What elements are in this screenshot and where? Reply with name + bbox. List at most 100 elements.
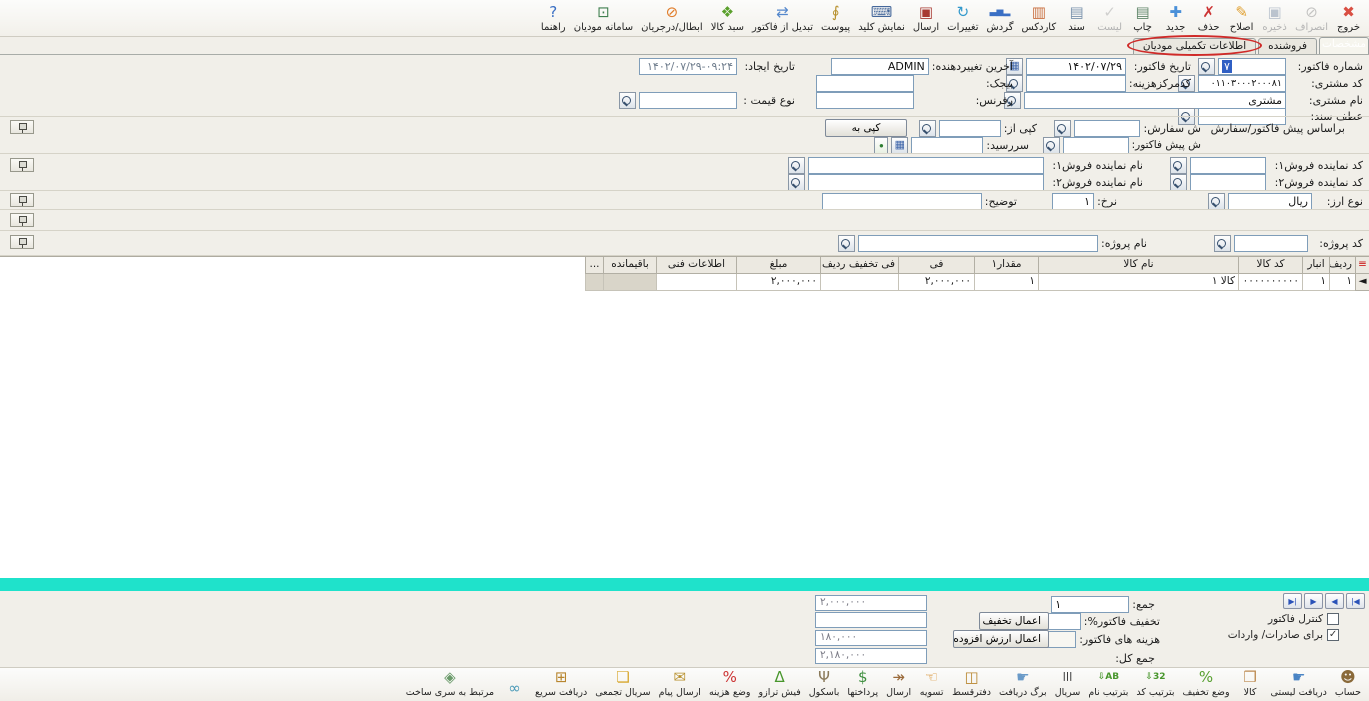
- apply-discount-button[interactable]: اعمال تخفیف: [979, 612, 1049, 630]
- search-icon[interactable]: [1198, 58, 1215, 75]
- quick-receipt-button[interactable]: ⊞دریافت سریع: [531, 667, 591, 699]
- column-header[interactable]: ...: [585, 257, 603, 274]
- table-cell[interactable]: ۰۰۰۰۰۰۰۰۰۰: [1238, 274, 1302, 291]
- cardex-button[interactable]: ▥کاردکس: [1017, 2, 1060, 35]
- pin-button[interactable]: [10, 158, 34, 172]
- table-cell[interactable]: [585, 274, 603, 291]
- copy-to-button[interactable]: کپی به: [825, 119, 907, 137]
- sort-indicator-icon[interactable]: ≡: [1355, 257, 1369, 274]
- dispatch-button[interactable]: ↠ارسال: [882, 667, 915, 699]
- moadian-system-button[interactable]: ⊡سامانه مودیان: [570, 2, 637, 35]
- receipt-sheet-button[interactable]: ☛برگ دریافت: [995, 667, 1051, 699]
- save-button[interactable]: ▣ذخیره: [1258, 2, 1291, 35]
- weighbridge-button[interactable]: Ψباسکول: [805, 667, 844, 699]
- pin-button[interactable]: [10, 213, 34, 227]
- invoice-date-input[interactable]: [1026, 58, 1126, 75]
- nav-last-button[interactable]: ▶|: [1283, 593, 1302, 609]
- send-truck-button[interactable]: ▣ارسال: [909, 2, 943, 35]
- pin-button[interactable]: [10, 235, 34, 249]
- search-icon[interactable]: [788, 174, 805, 191]
- rate-input[interactable]: [1052, 193, 1094, 210]
- print-button[interactable]: ▤چاپ: [1126, 2, 1159, 35]
- discount-status-button[interactable]: %وضع تخفیف: [1179, 667, 1234, 699]
- table-cell[interactable]: [603, 274, 656, 291]
- payments-button[interactable]: $پرداختها: [843, 667, 882, 699]
- search-icon[interactable]: [619, 92, 636, 109]
- column-header[interactable]: ردیف: [1329, 257, 1355, 274]
- sort-by-name-button[interactable]: AB⇩بترتیب نام: [1084, 667, 1132, 699]
- column-header[interactable]: فی تخفیف ردیف: [820, 257, 898, 274]
- column-header[interactable]: کد کالا: [1238, 257, 1302, 274]
- list-receipt-button[interactable]: ☛دریافت لیستی: [1267, 667, 1331, 699]
- invoice-control-checkbox[interactable]: کنترل فاکتور: [1268, 613, 1339, 625]
- table-cell[interactable]: [820, 274, 898, 291]
- tab-moadian-extra[interactable]: اطلاعات تکمیلی مودیان: [1133, 38, 1256, 54]
- table-cell[interactable]: [656, 274, 736, 291]
- table-cell[interactable]: کالا ۱: [1038, 274, 1238, 291]
- agent1-code-input[interactable]: [1190, 157, 1266, 174]
- changes-button[interactable]: ↻تغییرات: [943, 2, 982, 35]
- calendar-icon[interactable]: ▦: [891, 137, 908, 154]
- cancel-button[interactable]: ⊘انصراف: [1291, 2, 1332, 35]
- clear-date-icon[interactable]: ●: [874, 137, 888, 154]
- show-keyboard-button[interactable]: ⌨نمایش کلید: [854, 2, 909, 35]
- search-icon[interactable]: [1170, 174, 1187, 191]
- search-icon[interactable]: [1054, 120, 1071, 137]
- settlement-button[interactable]: ☜تسویه: [915, 667, 948, 699]
- installment-book-button[interactable]: ◫دفترقسط: [948, 667, 995, 699]
- copy-from-input[interactable]: [939, 120, 1001, 137]
- table-cell[interactable]: ۲,۰۰۰,۰۰۰: [898, 274, 974, 291]
- list-button[interactable]: ✓لیست: [1093, 2, 1126, 35]
- bijak-input[interactable]: [816, 75, 914, 92]
- export-import-checkbox[interactable]: ✓ برای صادرات/ واردات: [1228, 629, 1339, 641]
- nav-next-button[interactable]: ▶: [1304, 593, 1323, 609]
- link-button[interactable]: ∞: [498, 678, 531, 699]
- column-header[interactable]: انبار: [1302, 257, 1329, 274]
- delete-button[interactable]: ✗حذف: [1192, 2, 1225, 35]
- nav-first-button[interactable]: |◀: [1346, 593, 1365, 609]
- help-button[interactable]: ?راهنما: [537, 2, 570, 35]
- apply-vat-button[interactable]: اعمال ارزش افزوده: [953, 630, 1049, 648]
- reference-input[interactable]: [816, 92, 914, 109]
- column-header[interactable]: باقیمانده: [603, 257, 656, 274]
- tab-specs[interactable]: مشخصات: [1319, 37, 1369, 54]
- edit-button[interactable]: ✎اصلاح: [1225, 2, 1258, 35]
- exit-button[interactable]: ✖خروج: [1332, 2, 1365, 35]
- document-button[interactable]: ▤سند: [1060, 2, 1093, 35]
- search-icon[interactable]: [788, 157, 805, 174]
- proforma-no-input[interactable]: [1063, 137, 1129, 154]
- cumulative-serial-button[interactable]: ❏سریال تجمعی: [591, 667, 654, 699]
- goods-basket-button[interactable]: ❖سبد کالا: [707, 2, 748, 35]
- agent2-code-input[interactable]: [1190, 174, 1266, 191]
- agent2-name-input[interactable]: [808, 174, 1044, 191]
- agent1-name-input[interactable]: [808, 157, 1044, 174]
- table-cell[interactable]: ۲,۰۰۰,۰۰۰: [736, 274, 820, 291]
- due-date-input[interactable]: [911, 137, 983, 154]
- tab-seller[interactable]: فروشنده: [1258, 38, 1317, 54]
- batch-series-link-button[interactable]: ◈مرتبط به سری ساخت: [402, 667, 498, 699]
- column-header[interactable]: مبلغ: [736, 257, 820, 274]
- pin-button[interactable]: [10, 193, 34, 207]
- search-icon[interactable]: [1208, 193, 1225, 210]
- send-message-button[interactable]: ✉ارسال پیام: [655, 667, 705, 699]
- project-name-input[interactable]: [858, 235, 1098, 252]
- new-button[interactable]: ✚جدید: [1159, 2, 1192, 35]
- search-icon[interactable]: [1214, 235, 1231, 252]
- expense-status-button[interactable]: %وضع هزینه: [705, 667, 755, 699]
- goods-button[interactable]: ❒کالا: [1234, 667, 1267, 699]
- table-cell[interactable]: ۱: [1329, 274, 1355, 291]
- pin-button[interactable]: [10, 120, 34, 134]
- serial-button[interactable]: |||سریال: [1051, 667, 1085, 699]
- sum-qty-input[interactable]: [1051, 596, 1129, 613]
- invoice-no-input[interactable]: ۷: [1218, 58, 1286, 75]
- nav-prev-button[interactable]: ◀: [1325, 593, 1344, 609]
- attachment-button[interactable]: ∮پیوست: [817, 2, 854, 35]
- price-type-input[interactable]: [639, 92, 737, 109]
- void-in-progress-button[interactable]: ⊘ابطال/درجریان: [637, 2, 707, 35]
- table-cell[interactable]: ۱: [1302, 274, 1329, 291]
- column-header[interactable]: نام کالا: [1038, 257, 1238, 274]
- currency-input[interactable]: [1228, 193, 1312, 210]
- turnover-button[interactable]: ▂▅▃گردش: [983, 2, 1018, 35]
- note-input[interactable]: [822, 193, 982, 210]
- account-button[interactable]: ☻حساب: [1331, 667, 1365, 699]
